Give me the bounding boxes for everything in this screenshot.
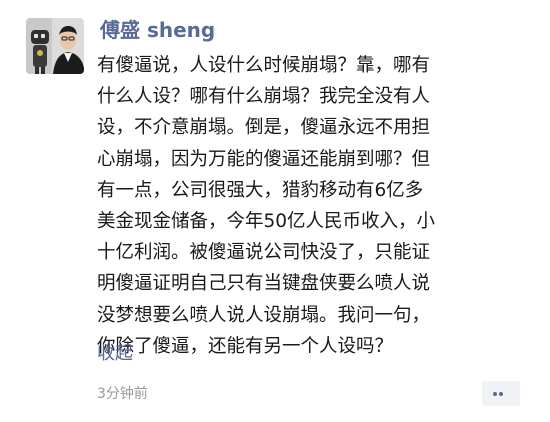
post-text-line: 心崩塌，因为万能的傻逼还能崩到哪？但 [97,148,431,170]
post-text-line: 没梦想要么喷人说人设崩塌。我问一句， [97,304,431,326]
post-timestamp: 3分钟前 [97,386,148,402]
post-text-line: 什么人设？哪有什么崩塌？我完全没有人 [97,86,431,108]
post-text-line: 你除了傻逼，还能有另一个人设吗？ [97,335,394,357]
post-text-line: 美金现金储备，今年50亿人民币收入，小 [97,211,436,233]
post-text-line: 有一点，公司很强大，猎豹移动有6亿多 [97,179,424,201]
avatar[interactable] [26,18,84,74]
post-text-line: 设，不介意崩塌。倒是，傻逼永远不用担 [97,117,431,139]
post-text-line: 明傻逼证明自己只有当键盘侠要么喷人说 [97,273,431,295]
collapse-link[interactable]: 收起 [97,341,133,367]
avatar-photo [26,18,84,74]
post-text-line: 十亿利润。被傻逼说公司快没了，只能证 [97,242,431,264]
author-name[interactable]: 傅盛 sheng [100,16,215,44]
post-text-line: 有傻逼说，人设什么时候崩塌？靠，哪有 [97,55,431,76]
post-text: 有傻逼说，人设什么时候崩塌？靠，哪有 什么人设？哪有什么崩塌？我完全没有人 设，… [97,50,527,362]
more-actions-button[interactable] [482,381,520,406]
